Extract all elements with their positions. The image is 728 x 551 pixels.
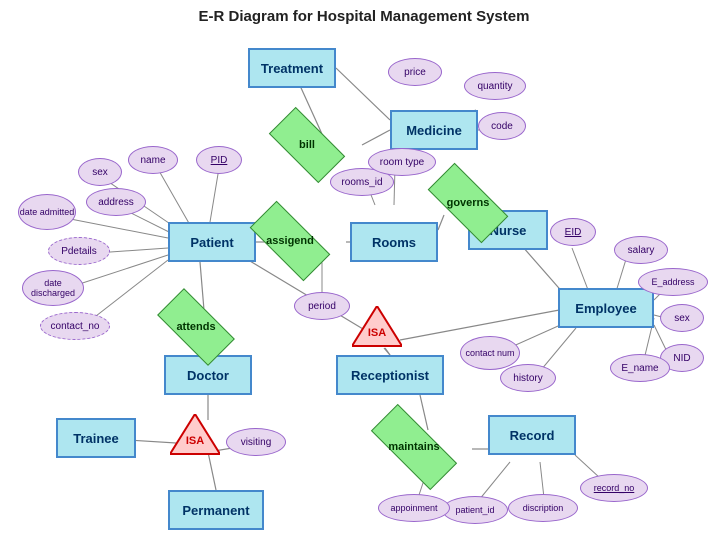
- relation-governs: governs: [430, 184, 506, 222]
- attr-e-address: E_address: [638, 268, 708, 296]
- attr-patient-id: patient_id: [442, 496, 508, 524]
- attr-appoinment: appoinment: [378, 494, 450, 522]
- svg-text:ISA: ISA: [186, 435, 204, 447]
- attr-pdetails: Pdetails: [48, 237, 110, 265]
- attr-price: price: [388, 58, 442, 86]
- attr-date-discharged: date discharged: [22, 270, 84, 306]
- attr-discription: discription: [508, 494, 578, 522]
- attr-period: period: [294, 292, 350, 320]
- attr-sex-e: sex: [660, 304, 704, 332]
- attr-salary: salary: [614, 236, 668, 264]
- entity-rooms: Rooms: [350, 222, 438, 262]
- attr-eid: EID: [550, 218, 596, 246]
- isa-triangle-doctor: ISA: [170, 414, 220, 458]
- attr-sex-p: sex: [78, 158, 122, 186]
- entity-trainee: Trainee: [56, 418, 136, 458]
- attr-contact-no: contact_no: [40, 312, 110, 340]
- attr-room-type: room type: [368, 148, 436, 176]
- entity-employee: Employee: [558, 288, 654, 328]
- entity-treatment: Treatment: [248, 48, 336, 88]
- attr-pid: PID: [196, 146, 242, 174]
- entity-medicine: Medicine: [390, 110, 478, 150]
- connections-svg: [0, 0, 728, 551]
- attr-address: address: [86, 188, 146, 216]
- entity-receptionist: Receptionist: [336, 355, 444, 395]
- relation-attends: attends: [160, 308, 232, 346]
- attr-contact-num: contact num: [460, 336, 520, 370]
- attr-quantity: quantity: [464, 72, 526, 100]
- entity-record: Record: [488, 415, 576, 455]
- attr-visiting: visiting: [226, 428, 286, 456]
- relation-assigend: assigend: [252, 222, 328, 260]
- entity-permanent: Permanent: [168, 490, 264, 530]
- attr-date-admitted: date admitted: [18, 194, 76, 230]
- attr-name: name: [128, 146, 178, 174]
- attr-e-name: E_name: [610, 354, 670, 382]
- attr-history: history: [500, 364, 556, 392]
- relation-maintains: maintains: [372, 428, 456, 466]
- attr-code: code: [478, 112, 526, 140]
- diagram-container: E-R Diagram for Hospital Management Syst…: [0, 0, 728, 551]
- attr-record-no: record_no: [580, 474, 648, 502]
- relation-bill: bill: [272, 126, 342, 164]
- isa-triangle-receptionist: ISA: [352, 306, 402, 350]
- entity-patient: Patient: [168, 222, 256, 262]
- svg-text:ISA: ISA: [368, 327, 386, 339]
